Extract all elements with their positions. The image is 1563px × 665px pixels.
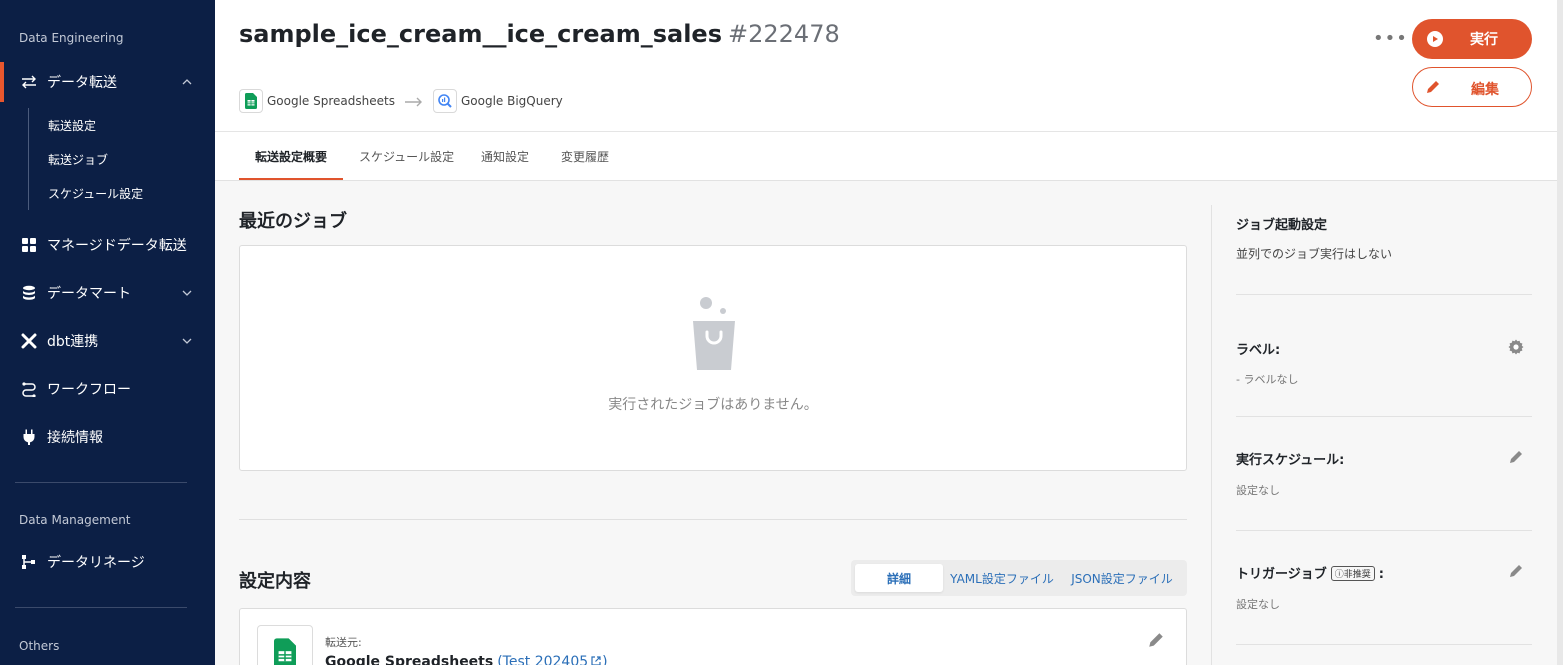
empty-message: 実行されたジョブはありません。 <box>608 397 818 413</box>
edit-button[interactable]: 編集 <box>1412 67 1532 107</box>
panel-divider <box>1236 530 1532 531</box>
schedule-title: 実行スケジュール: <box>1236 453 1345 468</box>
sidebar-item-managed-transfer[interactable]: マネージドデータ転送 <box>0 225 215 265</box>
source-service: Google Spreadsheets <box>325 654 494 665</box>
tab-notifications[interactable]: 通知設定 <box>481 148 529 165</box>
grid-icon <box>20 236 38 254</box>
page-title: sample_ice_cream__ice_cream_sales #222478 <box>239 20 840 48</box>
trigger-colon: : <box>1378 567 1384 582</box>
sidebar-item-datamart[interactable]: データマート <box>0 273 215 313</box>
play-icon <box>1427 31 1443 47</box>
lineage-icon <box>20 553 38 571</box>
sidebar-item-label: データ転送 <box>47 75 117 91</box>
sidebar-item-dbt[interactable]: dbt連携 <box>0 321 215 361</box>
external-link-icon <box>591 656 601 665</box>
tab-schedule[interactable]: スケジュール設定 <box>359 148 454 165</box>
section-others: Others <box>19 639 60 653</box>
source-name: Google Spreadsheets (Test 202405) <box>325 654 608 665</box>
source-connection-link[interactable]: (Test 202405) <box>497 654 608 665</box>
deprecated-badge: ⓘ非推奨 <box>1330 566 1375 581</box>
plug-icon <box>20 428 38 446</box>
tab-overview[interactable]: 転送設定概要 <box>255 148 327 165</box>
scrollbar[interactable] <box>1557 0 1563 665</box>
job-start-title: ジョブ起動設定 <box>1236 218 1328 233</box>
chevron-up-icon <box>179 74 195 90</box>
segment-json[interactable]: JSON設定ファイル <box>1065 564 1179 592</box>
trigger-value: 設定なし <box>1236 598 1280 611</box>
recent-jobs-title: 最近のジョブ <box>239 211 347 232</box>
destination-service: Google BigQuery <box>460 94 563 108</box>
sidebar-item-label: データリネージ <box>47 555 145 571</box>
panel-divider <box>1236 644 1532 645</box>
job-start-value: 並列でのジョブ実行はしない <box>1236 247 1393 261</box>
source-label: 転送元: <box>325 636 362 649</box>
google-sheets-icon <box>257 625 313 665</box>
sidebar-item-label: ワークフロー <box>47 382 131 398</box>
source-link-close: ) <box>602 654 608 665</box>
settings-view-switcher: 詳細 YAML設定ファイル JSON設定ファイル <box>851 560 1187 596</box>
pencil-icon[interactable] <box>1507 562 1525 580</box>
source-card: 転送元: Google Spreadsheets (Test 202405) <box>239 608 1187 665</box>
sidebar-divider <box>15 607 187 608</box>
workflow-icon <box>20 380 38 398</box>
recent-jobs-card: 実行されたジョブはありません。 <box>239 245 1187 471</box>
transfer-route: Google Spreadsheets Google BigQuery <box>239 89 563 113</box>
edit-label: 編集 <box>1471 82 1499 98</box>
chevron-down-icon <box>179 285 195 301</box>
trigger-label: トリガージョブ <box>1236 567 1327 582</box>
segment-yaml[interactable]: YAML設定ファイル <box>947 564 1057 592</box>
source-service: Google Spreadsheets <box>267 94 395 108</box>
sidebar-divider <box>15 482 187 483</box>
dbt-icon <box>20 332 38 350</box>
more-menu-icon[interactable]: ••• <box>1373 28 1408 49</box>
bigquery-icon <box>432 89 457 113</box>
segment-details[interactable]: 詳細 <box>855 564 943 592</box>
settings-title: 設定内容 <box>239 571 311 592</box>
label-title: ラベル: <box>1236 343 1281 358</box>
schedule-value: 設定なし <box>1236 484 1280 497</box>
pencil-icon[interactable] <box>1507 448 1525 466</box>
section-data-engineering: Data Engineering <box>19 31 124 45</box>
sidebar-item-label: 接続情報 <box>47 430 103 446</box>
pencil-icon <box>1425 79 1441 99</box>
sidebar-subitem-schedule[interactable]: スケジュール設定 <box>48 185 143 202</box>
section-data-management: Data Management <box>19 513 131 527</box>
sidebar-item-lineage[interactable]: データリネージ <box>0 542 215 582</box>
run-button[interactable]: 実行 <box>1412 19 1532 59</box>
trigger-title: トリガージョブ ⓘ非推奨: <box>1236 563 1384 582</box>
sidebar-item-label: データマート <box>47 286 131 302</box>
sidebar-item-workflow[interactable]: ワークフロー <box>0 369 215 409</box>
run-label: 実行 <box>1470 32 1498 48</box>
sidebar-item-label: マネージドデータ転送 <box>47 238 187 254</box>
section-divider <box>239 519 1187 520</box>
sidebar: Data Engineering データ転送 転送設定 転送ジョブ スケジュール… <box>0 0 215 665</box>
label-value: - ラベルなし <box>1236 373 1299 386</box>
sidebar-item-data-transfer[interactable]: データ転送 <box>0 62 215 102</box>
panel-divider <box>1211 205 1212 665</box>
chevron-down-icon <box>179 333 195 349</box>
panel-divider <box>1236 416 1532 417</box>
gear-icon[interactable] <box>1507 338 1525 356</box>
google-sheets-icon <box>239 89 263 113</box>
database-icon <box>20 284 38 302</box>
transfer-name: sample_ice_cream__ice_cream_sales <box>239 20 722 48</box>
sidebar-subitem-transfer-settings[interactable]: 転送設定 <box>48 117 96 134</box>
submenu-line <box>28 108 29 210</box>
info-icon: ⓘ <box>1334 570 1344 580</box>
source-link-text: (Test 202405 <box>497 654 589 665</box>
tab-history[interactable]: 変更履歴 <box>561 148 609 165</box>
panel-divider <box>1236 294 1532 295</box>
transfer-arrows-icon <box>20 73 38 91</box>
sidebar-item-connections[interactable]: 接続情報 <box>0 417 215 457</box>
pencil-icon[interactable] <box>1147 631 1165 653</box>
page-header: sample_ice_cream__ice_cream_sales #222478… <box>215 0 1563 132</box>
transfer-id: #222478 <box>728 20 840 48</box>
tab-bar: 転送設定概要 スケジュール設定 通知設定 変更履歴 <box>215 132 1563 181</box>
sidebar-item-label: dbt連携 <box>47 334 99 350</box>
tab-active-underline <box>239 178 343 180</box>
deprecated-badge-label: 非推奨 <box>1343 570 1371 580</box>
sidebar-subitem-transfer-jobs[interactable]: 転送ジョブ <box>48 151 108 168</box>
empty-cup-icon <box>693 297 735 370</box>
arrow-right-icon <box>404 92 423 111</box>
